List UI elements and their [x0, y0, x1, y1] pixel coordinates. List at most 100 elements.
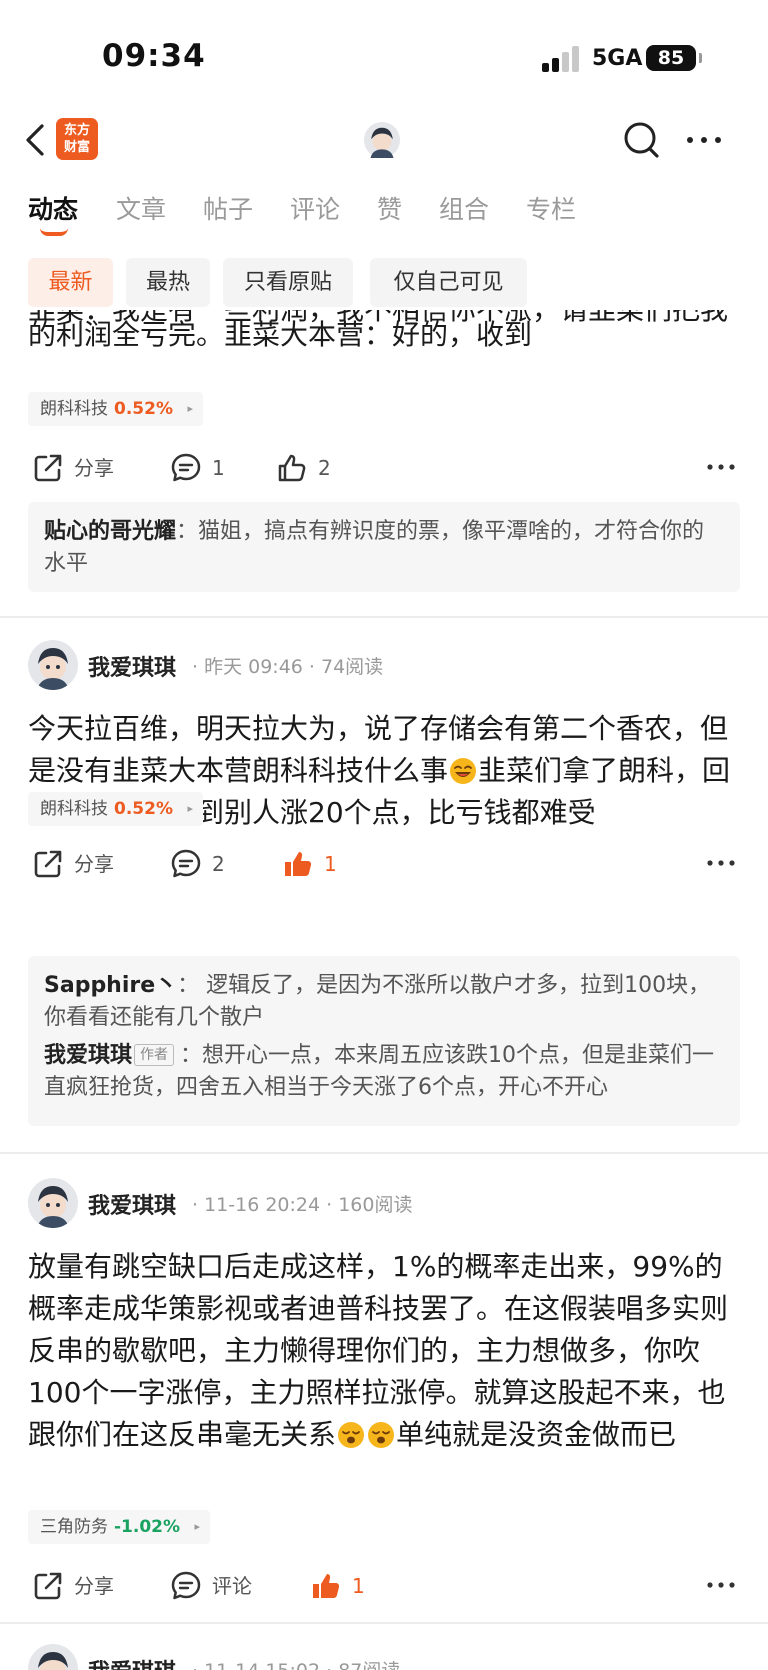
status-time: 09:34	[102, 38, 206, 74]
more-button[interactable]	[684, 132, 724, 148]
comment-preview[interactable]: Sapphire丶： 逻辑反了，是因为不涨所以散户才多，拉到100块，你看看还能…	[28, 956, 740, 1126]
thumbs-up-filled-icon	[285, 852, 312, 876]
author-name[interactable]: 我爱琪琪	[88, 1654, 176, 1670]
filter-original-only[interactable]: 只看原贴	[223, 258, 353, 307]
post-text[interactable]: 的利润全亏完。韭菜大本营：好的，收到	[28, 314, 744, 356]
author-name[interactable]: 我爱琪琪	[88, 1188, 176, 1220]
comment-item: 我爱琪琪 作者 ：想开心一点，本来周五应该跌10个点，但是韭菜们一直疯狂抢货，四舍五…	[44, 1040, 724, 1104]
stock-tag[interactable]: 朗科科技 0.52% ▸	[28, 792, 203, 826]
tab-posts[interactable]: 帖子	[203, 190, 253, 226]
comment-button[interactable]: 2	[170, 842, 230, 886]
comment-preview[interactable]: 贴心的哥光耀：猫姐，搞点有辨识度的票，像平潭啥的，才符合你的水平	[28, 502, 740, 592]
like-button[interactable]: 2	[276, 446, 336, 490]
tab-likes[interactable]: 赞	[377, 190, 402, 226]
comment-item: 贴心的哥光耀：猫姐，搞点有辨识度的票，像平潭啥的，才符合你的水平	[44, 516, 724, 580]
more-horizontal-icon	[707, 1582, 735, 1588]
tab-articles[interactable]: 文章	[116, 190, 166, 226]
sleepy-emoji-icon	[338, 1422, 365, 1448]
thumbs-up-filled-icon	[313, 1574, 340, 1598]
logo-line-2: 财富	[63, 140, 90, 155]
comment-user[interactable]: Sapphire丶	[44, 973, 177, 998]
share-label: 分享	[74, 852, 114, 876]
network-type: 5GA	[592, 46, 643, 71]
comment-button[interactable]: 1	[170, 446, 230, 490]
sleepy-emoji-icon	[368, 1422, 395, 1448]
signal-icon	[542, 46, 582, 72]
tab-column[interactable]: 专栏	[526, 190, 576, 226]
comment-count: 2	[212, 852, 225, 876]
comment-icon	[171, 849, 201, 878]
like-button[interactable]: 1	[282, 842, 342, 886]
top-nav: 东方 财富	[0, 110, 768, 170]
post-actions: 分享 2 1	[0, 842, 768, 886]
filter-latest[interactable]: 最新	[28, 258, 113, 307]
status-bar: 09:34 5GA 85	[0, 0, 768, 110]
post-header: 我爱琪琪 · 11-16 20:24 · 160阅读	[28, 1178, 748, 1230]
comment-count: 1	[212, 456, 225, 480]
caret-right-icon: ▸	[187, 402, 193, 415]
share-icon	[34, 1572, 62, 1600]
tab-active-indicator	[40, 228, 68, 236]
filter-hottest[interactable]: 最热	[126, 258, 210, 307]
author-badge: 作者	[134, 1044, 175, 1066]
filter-self-visible[interactable]: 仅自己可见	[370, 258, 527, 307]
like-count: 2	[318, 456, 331, 480]
post-actions: 分享 评论 1	[0, 1564, 768, 1608]
stock-change: 0.52%	[114, 399, 173, 419]
laugh-emoji-icon	[450, 758, 477, 784]
author-avatar[interactable]	[28, 640, 78, 690]
back-button[interactable]	[22, 120, 50, 160]
share-button[interactable]: 分享	[32, 446, 122, 490]
post-more-button[interactable]	[706, 452, 736, 482]
stock-name: 朗科科技	[40, 399, 108, 419]
tab-portfolio[interactable]: 组合	[439, 190, 489, 226]
author-avatar[interactable]	[28, 1178, 78, 1228]
tab-dynamic[interactable]: 动态	[28, 190, 78, 226]
divider	[0, 616, 768, 618]
share-button[interactable]: 分享	[32, 1564, 122, 1608]
stock-tag[interactable]: 朗科科技 0.52% ▸	[28, 392, 203, 426]
search-icon	[624, 122, 659, 158]
more-horizontal-icon	[707, 860, 735, 866]
avatar-icon	[28, 1178, 78, 1228]
divider	[0, 1152, 768, 1154]
share-button[interactable]: 分享	[32, 842, 122, 886]
caret-right-icon: ▸	[187, 802, 193, 815]
comment-user[interactable]: 我爱琪琪	[44, 1043, 132, 1068]
tab-comments[interactable]: 评论	[290, 190, 340, 226]
like-count: 1	[324, 852, 337, 876]
avatar-icon	[28, 640, 78, 690]
caret-right-icon: ▸	[194, 1520, 201, 1533]
more-horizontal-icon	[687, 137, 721, 143]
chevron-left-icon	[26, 124, 44, 156]
author-avatar[interactable]	[28, 1644, 78, 1670]
comment-icon	[171, 1571, 201, 1600]
search-button[interactable]	[622, 118, 662, 162]
comment-label: 评论	[212, 1574, 252, 1598]
stock-name: 三角防务	[40, 1517, 108, 1537]
author-name[interactable]: 我爱琪琪	[88, 650, 176, 682]
share-label: 分享	[74, 1574, 114, 1598]
avatar-icon	[28, 1644, 78, 1670]
share-icon	[34, 454, 62, 482]
feed: 韭菜：我是有一些利润，我不相信你不涨，请韭菜们把我 的利润全亏完。韭菜大本营：好…	[0, 310, 768, 1670]
post-actions: 分享 1 2	[0, 446, 768, 490]
more-horizontal-icon	[707, 464, 735, 470]
post-header: 我爱琪琪 · 11-14 15:02 · 87阅读	[28, 1644, 748, 1670]
profile-avatar[interactable]	[364, 122, 400, 158]
app-logo[interactable]: 东方 财富	[56, 118, 98, 160]
like-button[interactable]: 1	[310, 1564, 370, 1608]
comment-button[interactable]: 评论	[170, 1564, 260, 1608]
avatar-icon	[364, 122, 400, 158]
post-more-button[interactable]	[706, 1570, 736, 1600]
comment-user[interactable]: 贴心的哥光耀	[44, 519, 176, 544]
post-text-part: 单纯就是没资金做而已	[396, 1418, 677, 1451]
filter-bar: 最新 最热 只看原贴 仅自己可见	[0, 258, 768, 308]
post-more-button[interactable]	[706, 848, 736, 878]
post-text[interactable]: 放量有跳空缺口后走成这样，1%的概率走出来，99%的概率走成华策影视或者迪普科技…	[28, 1246, 744, 1456]
like-count: 1	[352, 1574, 365, 1598]
share-label: 分享	[74, 456, 114, 480]
divider	[0, 1622, 768, 1624]
stock-change: 0.52%	[114, 799, 173, 819]
stock-tag[interactable]: 三角防务 -1.02% ▸	[28, 1510, 211, 1544]
